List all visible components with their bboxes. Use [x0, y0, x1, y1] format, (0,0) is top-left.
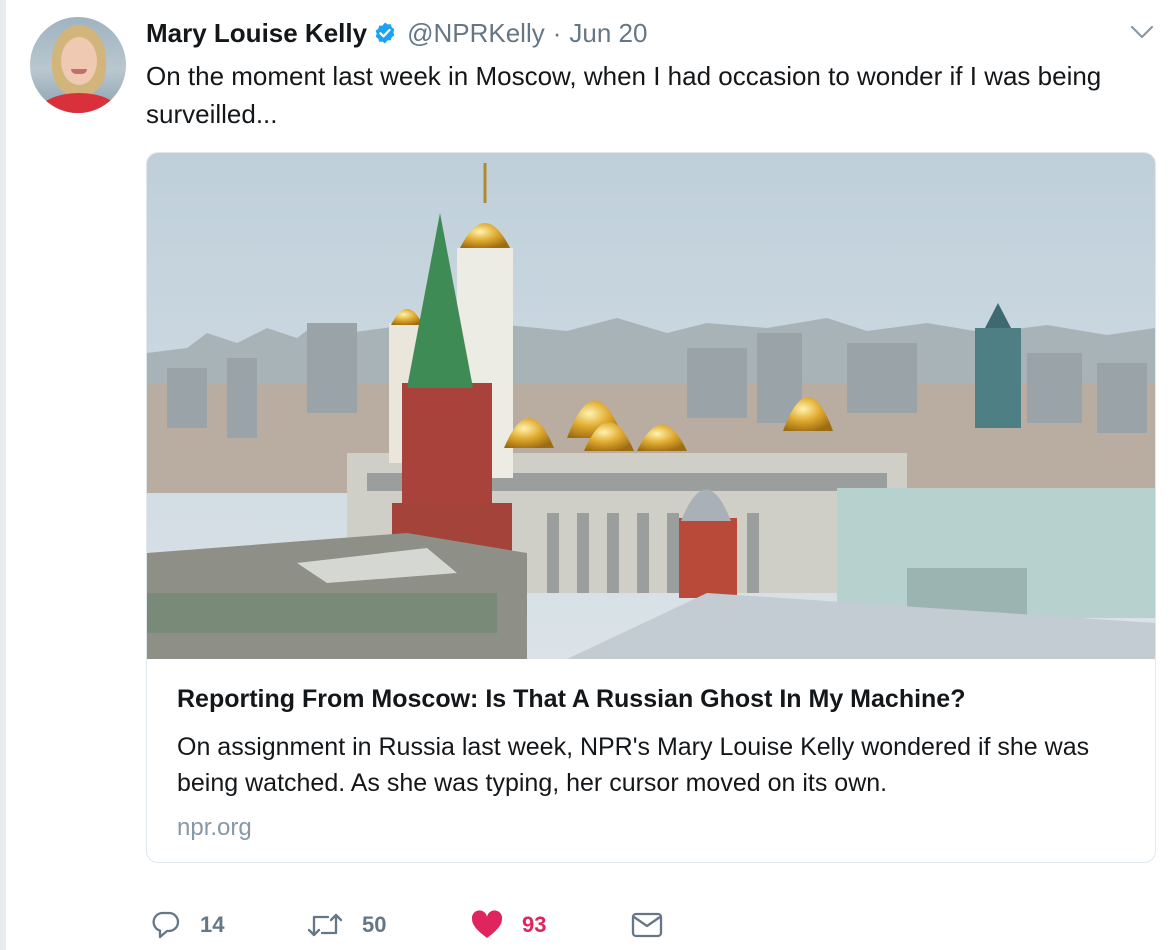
verified-badge-icon — [375, 22, 395, 44]
reply-icon — [152, 911, 180, 939]
header-separator: · — [552, 17, 562, 48]
tweet-text: On the moment last week in Moscow, when … — [146, 61, 1102, 129]
retweet-count: 50 — [362, 912, 387, 937]
avatar[interactable] — [30, 17, 126, 113]
author-name[interactable]: Mary Louise Kelly — [146, 18, 367, 49]
card-title[interactable]: Reporting From Moscow: Is That A Russian… — [177, 685, 1137, 714]
avatar-smile — [71, 69, 87, 74]
card-domain: npr.org — [177, 814, 252, 841]
author-handle[interactable]: @NPRKelly — [407, 18, 545, 49]
like-count: 93 — [522, 912, 547, 937]
reply-button[interactable]: 14 — [150, 905, 224, 945]
timeline-border — [0, 0, 6, 950]
like-button[interactable]: 93 — [470, 905, 546, 945]
tweet-header: Mary Louise Kelly @NPRKelly · Jun 20 — [146, 17, 647, 49]
avatar-shirt — [38, 93, 120, 113]
retweet-button[interactable]: 50 — [306, 905, 386, 945]
avatar-face — [61, 37, 97, 85]
card-image[interactable] — [147, 153, 1155, 659]
heart-icon — [471, 910, 503, 938]
retweet-icon — [307, 913, 343, 937]
envelope-icon — [631, 912, 663, 938]
card-description: On assignment in Russia last week, NPR's… — [177, 733, 1090, 797]
tweet-date[interactable]: Jun 20 — [569, 18, 647, 49]
direct-message-button[interactable] — [630, 905, 664, 945]
reply-count: 14 — [200, 912, 225, 937]
link-card[interactable]: Reporting From Moscow: Is That A Russian… — [146, 152, 1156, 863]
chevron-down-icon[interactable] — [1129, 22, 1155, 42]
